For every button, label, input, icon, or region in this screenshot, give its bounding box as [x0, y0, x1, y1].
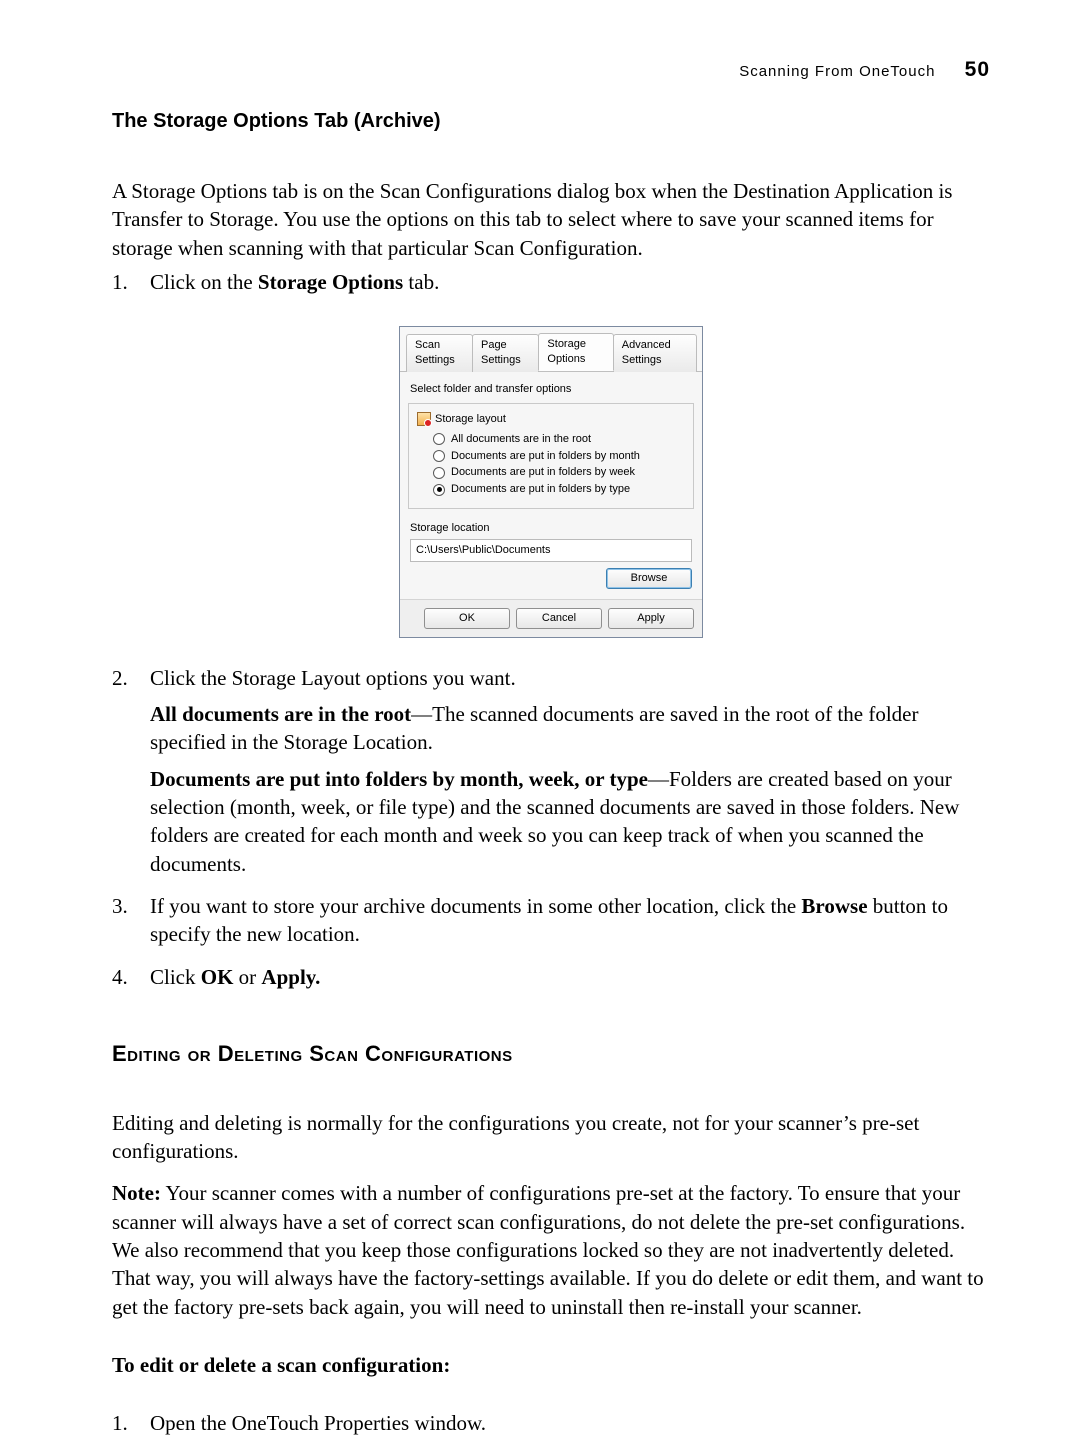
- storage-location-path[interactable]: C:\Users\Public\Documents: [410, 539, 692, 562]
- sec2-step-1: 1. Open the OneTouch Properties window.: [112, 1409, 990, 1445]
- t: Documents are put into folders by month,…: [150, 767, 648, 791]
- step-2-sub1: All documents are in the root—The scanne…: [150, 700, 990, 757]
- sec2-p1: Editing and deleting is normally for the…: [112, 1109, 990, 1166]
- step-number: 1.: [112, 1409, 132, 1445]
- legend-text: Storage layout: [435, 412, 506, 427]
- page: Scanning From OneTouch 50 The Storage Op…: [0, 0, 1080, 1446]
- radio-label: Documents are put in folders by type: [451, 482, 630, 497]
- t: If you want to store your archive docume…: [150, 894, 801, 918]
- t: All documents are in the root: [150, 702, 411, 726]
- t: Note:: [112, 1181, 161, 1205]
- step-3-text: If you want to store your archive docume…: [150, 892, 990, 949]
- t: Click on the: [150, 270, 258, 294]
- tab-page-settings[interactable]: Page Settings: [472, 334, 539, 372]
- h-editing-deleting: Editing or Deleting Scan Configurations: [112, 1039, 990, 1069]
- tab-scan-settings[interactable]: Scan Settings: [406, 334, 473, 372]
- dialog-body: Select folder and transfer options Stora…: [400, 372, 702, 599]
- step-2-text: Click the Storage Layout options you wan…: [150, 664, 990, 692]
- sec2-note: Note: Your scanner comes with a number o…: [112, 1179, 990, 1321]
- content: The Storage Options Tab (Archive) A Stor…: [0, 0, 1080, 1446]
- steps-list-3: 1. Open the OneTouch Properties window.: [112, 1409, 990, 1445]
- fieldset-legend: Storage layout: [417, 412, 685, 427]
- apply-button[interactable]: Apply: [608, 608, 694, 629]
- step-2-sub2: Documents are put into folders by month,…: [150, 765, 990, 878]
- step-3: 3. If you want to store your archive doc…: [112, 892, 990, 957]
- steps-list-1: 1. Click on the Storage Options tab.: [112, 268, 990, 304]
- radio-label: All documents are in the root: [451, 432, 591, 447]
- h-storage-options-tab: The Storage Options Tab (Archive): [112, 108, 990, 135]
- running-title: Scanning From OneTouch: [739, 63, 935, 80]
- radio-week[interactable]: Documents are put in folders by week: [417, 464, 685, 481]
- storage-icon: [417, 412, 431, 426]
- dialog-screenshot: Scan Settings Page Settings Storage Opti…: [112, 326, 990, 637]
- t: tab.: [403, 270, 439, 294]
- radio-label: Documents are put in folders by month: [451, 449, 640, 464]
- steps-list-2: 2. Click the Storage Layout options you …: [112, 664, 990, 999]
- radio-month[interactable]: Documents are put in folders by month: [417, 448, 685, 465]
- browse-button[interactable]: Browse: [606, 568, 692, 589]
- t: Your scanner comes with a number of conf…: [112, 1181, 984, 1318]
- ok-button[interactable]: OK: [424, 608, 510, 629]
- radio-label: Documents are put in folders by week: [451, 465, 635, 480]
- cancel-button[interactable]: Cancel: [516, 608, 602, 629]
- t: Browse: [801, 894, 867, 918]
- radio-icon: [433, 450, 445, 462]
- t: Storage Options: [258, 270, 403, 294]
- radio-icon: [433, 484, 445, 496]
- radio-root[interactable]: All documents are in the root: [417, 431, 685, 448]
- step-number: 3.: [112, 892, 132, 957]
- tab-storage-options[interactable]: Storage Options: [538, 333, 613, 371]
- page-number: 50: [965, 58, 990, 81]
- running-header: Scanning From OneTouch 50: [739, 56, 990, 84]
- t: OK: [201, 965, 234, 989]
- step-4-text: Click OK or Apply.: [150, 963, 990, 991]
- step-1: 1. Click on the Storage Options tab.: [112, 268, 990, 304]
- radio-icon: [433, 433, 445, 445]
- radio-icon: [433, 467, 445, 479]
- t: Apply.: [261, 965, 320, 989]
- step-4: 4. Click OK or Apply.: [112, 963, 990, 999]
- tabstrip: Scan Settings Page Settings Storage Opti…: [400, 327, 702, 372]
- intro-paragraph: A Storage Options tab is on the Scan Con…: [112, 177, 990, 262]
- dialog-footer: OK Cancel Apply: [400, 599, 702, 637]
- sec2-step-1-text: Open the OneTouch Properties window.: [150, 1409, 990, 1437]
- t: Click: [150, 965, 201, 989]
- step-2: 2. Click the Storage Layout options you …: [112, 664, 990, 886]
- browse-row: Browse: [408, 568, 692, 589]
- step-1-text: Click on the Storage Options tab.: [150, 268, 990, 296]
- step-number: 2.: [112, 664, 132, 886]
- scan-config-dialog: Scan Settings Page Settings Storage Opti…: [399, 326, 703, 637]
- storage-layout-fieldset: Storage layout All documents are in the …: [408, 403, 694, 509]
- t: or: [233, 965, 261, 989]
- group-label: Select folder and transfer options: [410, 382, 692, 397]
- step-number: 4.: [112, 963, 132, 999]
- radio-type[interactable]: Documents are put in folders by type: [417, 481, 685, 498]
- step-number: 1.: [112, 268, 132, 304]
- tab-advanced-settings[interactable]: Advanced Settings: [613, 334, 697, 372]
- sec2-subhead: To edit or delete a scan configuration:: [112, 1351, 990, 1379]
- storage-location-label: Storage location: [410, 521, 692, 536]
